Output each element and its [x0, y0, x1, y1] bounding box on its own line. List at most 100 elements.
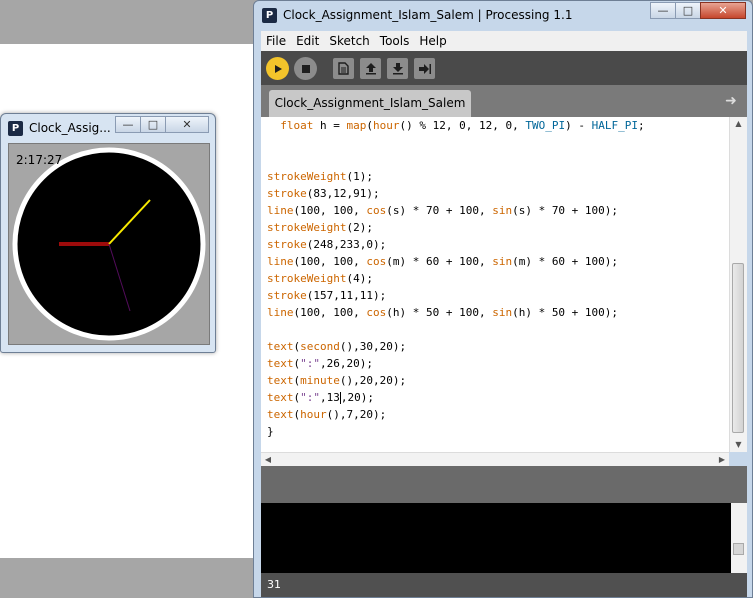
run-button[interactable] — [266, 57, 289, 80]
scroll-right-icon[interactable]: ▶ — [715, 453, 729, 467]
code-line[interactable]: text(minute(),20,20); — [267, 372, 406, 389]
code-token: cos — [366, 204, 387, 217]
sketch-window: P Clock_Assig... — □ ✕ 2:17:27 — [0, 113, 216, 353]
code-token: text — [267, 357, 294, 370]
code-line[interactable]: line(100, 100, cos(m) * 60 + 100, sin(m)… — [267, 253, 618, 270]
menu-file[interactable]: File — [261, 34, 291, 48]
editor-horizontal-scrollbar[interactable]: ◀ ▶ — [261, 452, 729, 467]
code-token: ( — [366, 119, 373, 132]
sketch-canvas[interactable]: 2:17:27 — [8, 143, 210, 345]
code-token: hour — [300, 408, 327, 421]
scroll-up-icon[interactable]: ▲ — [730, 117, 747, 131]
processing-logo-icon: P — [8, 121, 23, 136]
code-line[interactable]: text(hour(),7,20); — [267, 406, 386, 423]
close-icon: ✕ — [182, 118, 192, 131]
code-token: strokeWeight — [267, 170, 347, 183]
code-editor[interactable]: float h = map(hour() % 12, 0, 12, 0, TWO… — [261, 117, 729, 452]
new-button[interactable] — [333, 58, 354, 79]
menu-sketch[interactable]: Sketch — [324, 34, 374, 48]
code-token: ,26,20); — [320, 357, 373, 370]
stop-icon — [301, 64, 310, 73]
code-line[interactable]: float h = map(hour() % 12, 0, 12, 0, TWO… — [267, 117, 644, 134]
code-token: minute — [300, 374, 340, 387]
ide-title-bar[interactable]: P Clock_Assignment_Islam_Salem | Process… — [254, 1, 752, 31]
code-token: stroke — [267, 187, 307, 200]
code-token: (s) * 70 + 100); — [512, 204, 619, 217]
close-button[interactable]: ✕ — [165, 116, 209, 133]
code-token: ) - — [565, 119, 592, 132]
open-arrow-up-icon — [365, 63, 376, 75]
code-token: sin — [492, 306, 513, 319]
processing-logo-icon: P — [262, 8, 277, 23]
code-token: (100, 100, — [293, 255, 367, 268]
code-line[interactable]: stroke(248,233,0); — [267, 236, 386, 253]
code-line[interactable]: text(":",13,20); — [267, 389, 374, 406]
line-number: 31 — [267, 578, 281, 591]
menu-tools[interactable]: Tools — [375, 34, 415, 48]
toolbar — [261, 51, 747, 85]
console-scroll-thumb[interactable] — [733, 543, 744, 555]
code-token: (83,12,91); — [306, 187, 380, 200]
minimize-button[interactable]: — — [115, 116, 141, 133]
code-line[interactable]: } — [267, 423, 274, 440]
code-token: stroke — [267, 238, 307, 251]
code-token: h = — [313, 119, 347, 132]
ide-window: P Clock_Assignment_Islam_Salem | Process… — [253, 0, 753, 598]
export-button[interactable] — [414, 58, 435, 79]
code-line[interactable]: text(":",26,20); — [267, 355, 373, 372]
ide-window-title: Clock_Assignment_Islam_Salem | Processin… — [283, 8, 573, 22]
save-arrow-down-icon — [392, 63, 403, 75]
code-line[interactable]: strokeWeight(2); — [267, 219, 373, 236]
code-token: second — [300, 340, 340, 353]
code-token: cos — [366, 255, 387, 268]
code-token: text — [267, 374, 294, 387]
status-bar: 31 — [261, 573, 747, 597]
sketch-title-bar[interactable]: P Clock_Assig... — □ ✕ — [1, 114, 215, 142]
code-token: hour — [373, 119, 400, 132]
clock-drawing: 2:17:27 — [12, 147, 206, 341]
menu-bar: File Edit Sketch Tools Help — [261, 31, 747, 51]
close-icon: ✕ — [718, 4, 728, 17]
scroll-down-icon[interactable]: ▼ — [730, 438, 747, 452]
code-token: (2); — [346, 221, 373, 234]
maximize-button[interactable]: □ — [675, 2, 701, 19]
open-button[interactable] — [360, 58, 381, 79]
code-token: (100, 100, — [293, 204, 367, 217]
code-token: cos — [366, 306, 387, 319]
console-scrollbar[interactable] — [731, 503, 747, 573]
save-button[interactable] — [387, 58, 408, 79]
sketch-window-title: Clock_Assig... — [29, 121, 111, 135]
close-button[interactable]: ✕ — [700, 2, 746, 19]
code-token: ":" — [300, 391, 320, 404]
code-token: (m) * 60 + 100); — [512, 255, 619, 268]
maximize-icon: □ — [682, 4, 694, 17]
code-line[interactable]: strokeWeight(1); — [267, 168, 373, 185]
code-line[interactable]: strokeWeight(4); — [267, 270, 373, 287]
code-line[interactable]: text(second(),30,20); — [267, 338, 406, 355]
export-arrow-right-icon — [419, 63, 431, 74]
menu-help[interactable]: Help — [414, 34, 451, 48]
editor-vertical-scrollbar[interactable]: ▲ ▼ — [729, 117, 747, 452]
code-token: (1); — [346, 170, 373, 183]
tab-menu-arrow-icon[interactable]: ➜ — [723, 93, 739, 109]
code-token: (248,233,0); — [306, 238, 387, 251]
code-token: (),7,20); — [326, 408, 387, 421]
maximize-button[interactable]: □ — [140, 116, 166, 133]
code-line[interactable]: line(100, 100, cos(h) * 50 + 100, sin(h)… — [267, 304, 618, 321]
code-token: TWO_PI — [525, 119, 566, 132]
code-line[interactable]: line(100, 100, cos(s) * 70 + 100, sin(s)… — [267, 202, 618, 219]
stop-button[interactable] — [294, 57, 317, 80]
code-line[interactable]: stroke(157,11,11); — [267, 287, 386, 304]
minimize-button[interactable]: — — [650, 2, 676, 19]
tab-bar: Clock_Assignment_Islam_Salem ➜ — [261, 85, 747, 117]
scroll-thumb[interactable] — [732, 263, 744, 433]
code-token: stroke — [267, 289, 307, 302]
code-token: text — [267, 391, 294, 404]
console-output[interactable] — [261, 503, 731, 573]
code-line[interactable]: stroke(83,12,91); — [267, 185, 380, 202]
message-area — [261, 466, 747, 503]
menu-edit[interactable]: Edit — [291, 34, 324, 48]
scroll-left-icon[interactable]: ◀ — [261, 453, 275, 467]
tab-clock-assignment[interactable]: Clock_Assignment_Islam_Salem — [269, 90, 471, 117]
